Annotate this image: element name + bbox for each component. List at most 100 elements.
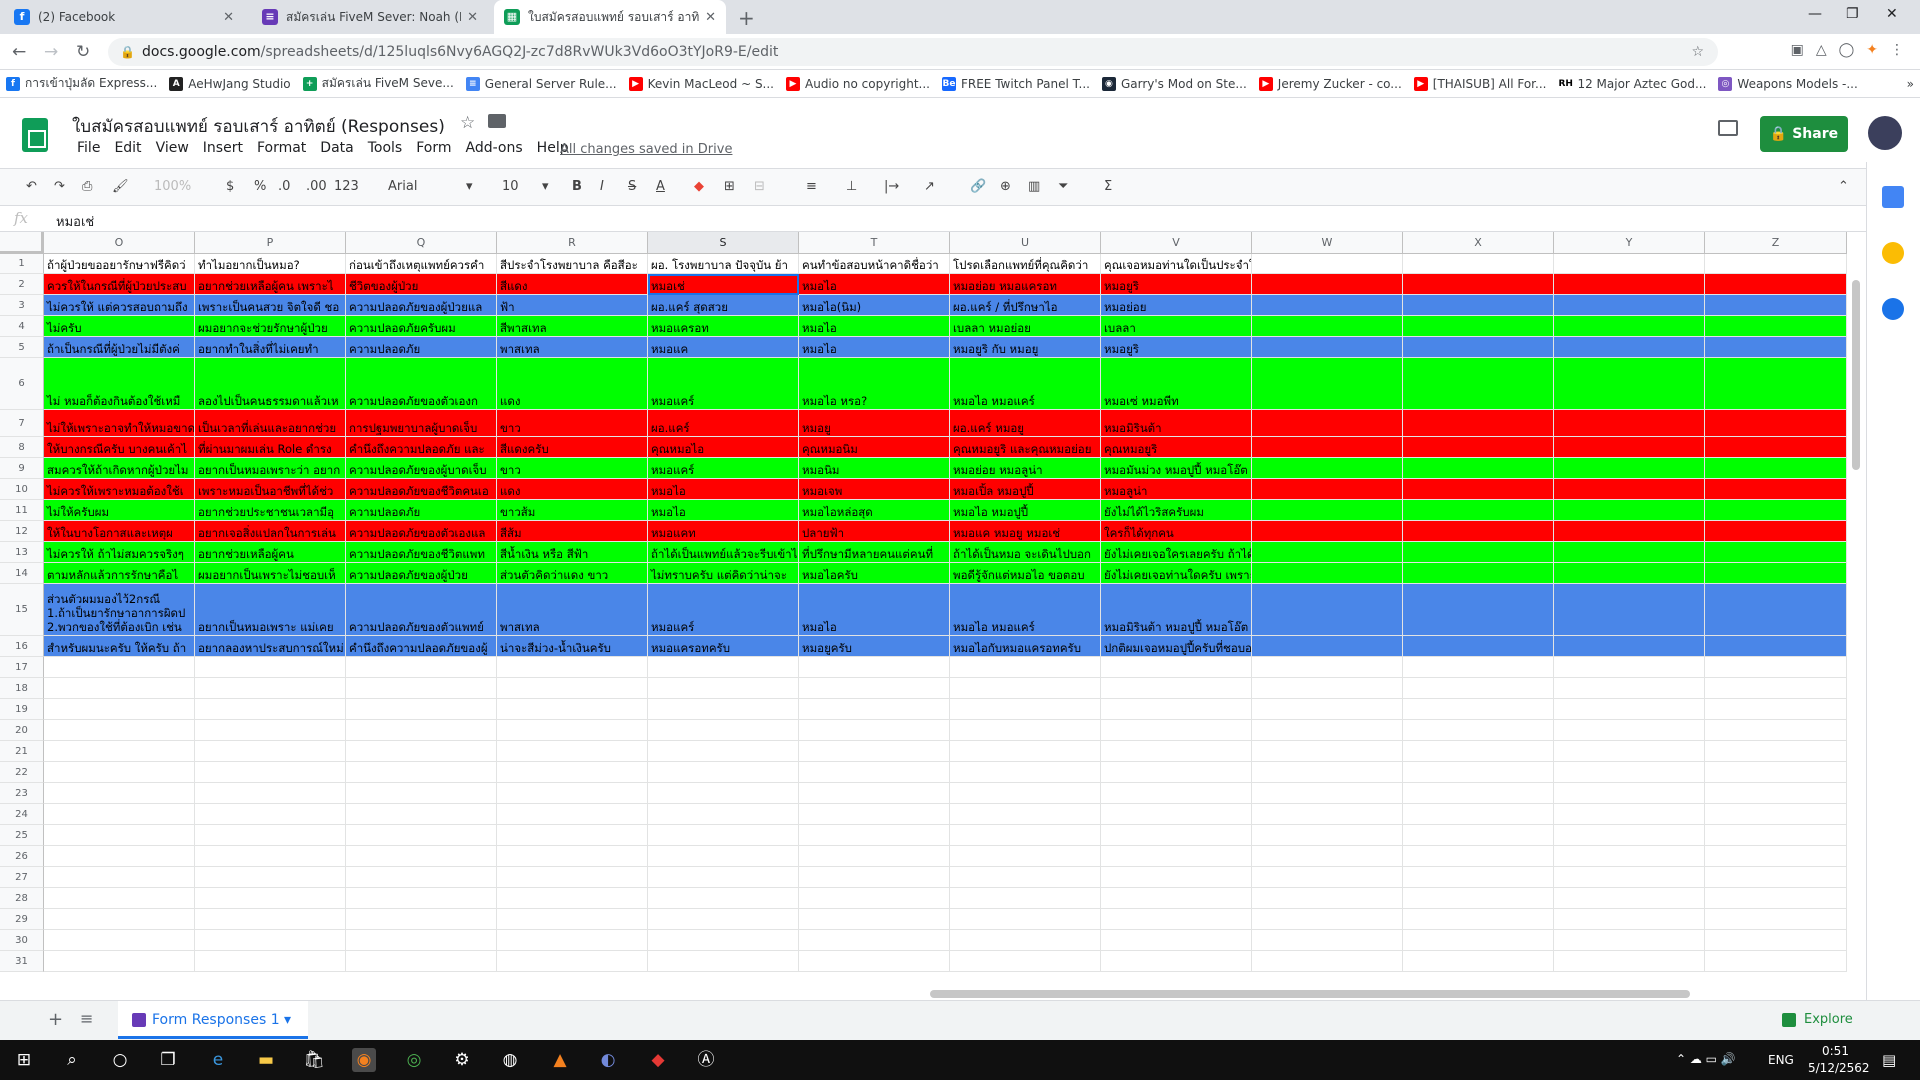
grid-cell[interactable] <box>950 699 1101 720</box>
grid-cell[interactable]: เป็นเวลาที่เล่นและอยากช่วย <box>195 410 346 437</box>
grid-cell[interactable] <box>648 720 799 741</box>
extension-icon[interactable]: ◯ <box>1839 42 1855 58</box>
grid-cell[interactable] <box>1403 479 1554 500</box>
grid-cell[interactable] <box>950 657 1101 678</box>
grid-cell[interactable] <box>799 909 950 930</box>
column-header[interactable]: Q <box>346 232 497 254</box>
grid-cell[interactable]: ความปลอดภัยของผู้บาดเจ็บ <box>346 458 497 479</box>
grid-cell[interactable]: ถ้าผู้ป่วยขออยารักษาฟรีคิดว่ <box>44 254 195 274</box>
grid-cell[interactable] <box>799 720 950 741</box>
grid-cell[interactable]: ทำไมอยากเป็นหมอ? <box>195 254 346 274</box>
bookmark-item[interactable]: RH 12 Major Aztec God... <box>1552 70 1712 98</box>
folder-icon[interactable] <box>488 114 506 128</box>
strikethrough-button[interactable]: S <box>628 179 636 194</box>
grid-cell[interactable]: อยากเป็นหมอเพราะ แม่เคย <box>195 584 346 636</box>
grid-cell[interactable] <box>1252 358 1403 410</box>
grid-cell[interactable] <box>1554 909 1705 930</box>
grid-cell[interactable] <box>44 867 195 888</box>
grid-cell[interactable] <box>44 741 195 762</box>
menu-format[interactable]: Format <box>250 140 313 156</box>
grid-cell[interactable] <box>648 741 799 762</box>
grid-cell[interactable] <box>44 762 195 783</box>
grid-cell[interactable]: หมอไอ <box>648 500 799 521</box>
grid-cell[interactable] <box>346 951 497 972</box>
text-wrap-icon[interactable]: |→ <box>884 179 899 194</box>
grid-cell[interactable]: หมอไอ หมอแคร์ <box>950 358 1101 410</box>
grid-cell[interactable] <box>44 804 195 825</box>
bookmark-item[interactable]: ▶ Audio no copyright... <box>780 70 936 98</box>
italic-button[interactable]: I <box>600 179 604 194</box>
grid-cell[interactable]: ผมอยากจะช่วยรักษาผู้ป่วย <box>195 316 346 337</box>
menu-file[interactable]: File <box>70 140 107 156</box>
tray-icons[interactable]: ⌃ ☁ ▭ 🔊 <box>1676 1052 1736 1066</box>
grid-cell[interactable]: หมอเปิ้ล หมอปูปี้ <box>950 479 1101 500</box>
grid-cell[interactable] <box>346 888 497 909</box>
grid-cell[interactable] <box>950 951 1101 972</box>
grid-cell[interactable]: คุณเจอหมอท่านใดเป็นประจำในวันเสาร์อาทิตย… <box>1101 254 1252 274</box>
app-icon[interactable]: Ⓐ <box>694 1048 718 1072</box>
bookmark-item[interactable]: + สมัครเล่น FiveM Seve... <box>297 70 460 98</box>
grid-cell[interactable] <box>1252 804 1403 825</box>
grid-cell[interactable] <box>44 657 195 678</box>
grid-cell[interactable] <box>648 825 799 846</box>
grid-cell[interactable] <box>1403 358 1554 410</box>
grid-cell[interactable] <box>44 951 195 972</box>
explore-button[interactable]: Explore <box>1772 1007 1863 1033</box>
share-button[interactable]: 🔒 Share <box>1760 116 1848 152</box>
grid-cell[interactable] <box>1554 316 1705 337</box>
grid-cell[interactable] <box>950 678 1101 699</box>
grid-cell[interactable] <box>497 825 648 846</box>
menu-edit[interactable]: Edit <box>107 140 148 156</box>
grid-cell[interactable] <box>1705 783 1847 804</box>
grid-cell[interactable]: อยากทำในสิ่งที่ไม่เคยทำ <box>195 337 346 358</box>
grid-cell[interactable] <box>1252 762 1403 783</box>
column-header[interactable]: X <box>1403 232 1554 254</box>
grid-cell[interactable] <box>1252 867 1403 888</box>
grid-cell[interactable] <box>497 804 648 825</box>
tasks-icon[interactable] <box>1882 298 1904 320</box>
grid-cell[interactable] <box>195 804 346 825</box>
grid-cell[interactable]: อยากลองหาประสบการณ์ใหม่ <box>195 636 346 657</box>
close-tab-icon[interactable]: ✕ <box>705 10 716 25</box>
grid-cell[interactable]: อยากเจอสิ่งแปลกในการเล่น <box>195 521 346 542</box>
grid-cell[interactable] <box>1252 337 1403 358</box>
grid-cell[interactable] <box>1554 888 1705 909</box>
grid-cell[interactable] <box>1403 337 1554 358</box>
grid-cell[interactable] <box>195 762 346 783</box>
menu-addons[interactable]: Add-ons <box>459 140 530 156</box>
grid-cell[interactable]: หมอเซ่ หมอพีท <box>1101 358 1252 410</box>
grid-cell[interactable] <box>1252 410 1403 437</box>
grid-cell[interactable] <box>648 867 799 888</box>
browser-tab[interactable]: ≡ สมัครเล่น FiveM Sever: Noah (Med ✕ <box>252 0 488 34</box>
functions-icon[interactable]: Σ <box>1104 179 1112 194</box>
row-header[interactable]: 22 <box>0 762 44 783</box>
grid-cell[interactable] <box>1403 930 1554 951</box>
filter-icon[interactable]: ⏷ <box>1058 179 1068 194</box>
percent-button[interactable]: % <box>254 179 266 194</box>
grid-cell[interactable]: ความปลอดภัยครับผม <box>346 316 497 337</box>
print-icon[interactable]: ⎙ <box>82 179 92 194</box>
discord-icon[interactable]: ◐ <box>596 1048 620 1072</box>
chevron-down-icon[interactable]: ▾ <box>542 179 549 194</box>
search-icon[interactable]: ⌕ <box>60 1048 84 1072</box>
notifications-icon[interactable]: ▤ <box>1882 1051 1896 1069</box>
row-header[interactable]: 14 <box>0 563 44 584</box>
grid-cell[interactable] <box>1554 437 1705 458</box>
grid-cell[interactable] <box>44 909 195 930</box>
grid-cell[interactable] <box>195 909 346 930</box>
browser-app-icon[interactable]: ◉ <box>352 1048 376 1072</box>
grid-cell[interactable] <box>1252 951 1403 972</box>
grid-cell[interactable] <box>1403 783 1554 804</box>
grid-cell[interactable]: หมอเช่ <box>648 274 799 295</box>
grid-cell[interactable] <box>497 741 648 762</box>
grid-cell[interactable] <box>1705 521 1847 542</box>
grid-cell[interactable] <box>1252 274 1403 295</box>
back-icon[interactable]: ← <box>12 42 26 62</box>
insert-link-icon[interactable]: 🔗 <box>970 179 986 194</box>
grid-cell[interactable] <box>1554 741 1705 762</box>
grid-cell[interactable] <box>950 930 1101 951</box>
grid-cell[interactable] <box>950 846 1101 867</box>
row-header[interactable]: 5 <box>0 337 44 358</box>
grid-cell[interactable] <box>1705 295 1847 316</box>
grid-cell[interactable]: ก่อนเข้าถึงเหตุแพทย์ควรคำ <box>346 254 497 274</box>
